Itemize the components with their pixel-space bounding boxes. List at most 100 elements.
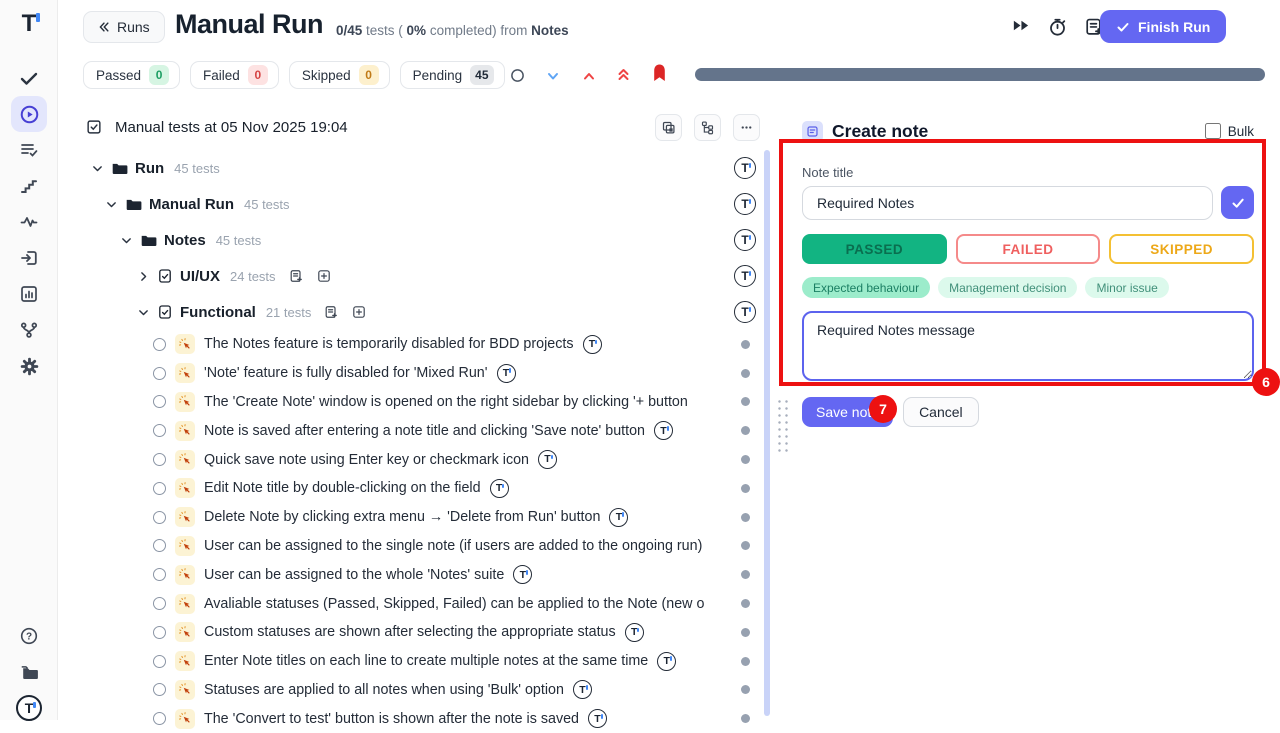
test-row[interactable]: Edit Note title by double-clicking on th… xyxy=(85,474,750,503)
status-circle-icon[interactable] xyxy=(153,367,166,380)
status-circle-icon[interactable] xyxy=(153,597,166,610)
pulse-icon[interactable] xyxy=(0,206,58,238)
timer-icon[interactable] xyxy=(1047,16,1068,37)
copy-icon[interactable] xyxy=(655,114,682,141)
quick-save-button[interactable] xyxy=(1221,186,1254,219)
test-row[interactable]: 'Note' feature is fully disabled for 'Mi… xyxy=(85,359,750,388)
status-circle-icon[interactable] xyxy=(153,683,166,696)
fast-forward-icon[interactable] xyxy=(1011,16,1030,35)
suite-name[interactable]: Notes xyxy=(164,232,206,249)
filter-skipped-button[interactable]: Skipped0 xyxy=(289,61,390,89)
chevron-down-icon[interactable] xyxy=(105,198,118,211)
testomat-badge-icon[interactable]: T xyxy=(734,229,756,251)
test-row[interactable]: Statuses are applied to all notes when u… xyxy=(85,676,750,705)
note-message-textarea[interactable]: Required Notes message xyxy=(802,311,1254,381)
help-icon[interactable]: ? xyxy=(0,620,58,652)
testomat-logo-icon[interactable]: T xyxy=(0,8,58,40)
suite-row[interactable]: Manual Run 45 tests T xyxy=(85,186,756,222)
runs-play-icon[interactable] xyxy=(0,98,58,130)
testomat-badge-icon[interactable]: T xyxy=(734,265,756,287)
circle-icon[interactable] xyxy=(510,68,525,83)
test-title[interactable]: Statuses are applied to all notes when u… xyxy=(204,682,564,698)
branches-icon[interactable] xyxy=(0,314,58,346)
suite-row[interactable]: Run 45 tests T xyxy=(85,150,756,186)
tag-chip[interactable]: Management decision xyxy=(938,277,1077,298)
test-row[interactable]: The Notes feature is temporarily disable… xyxy=(85,330,750,359)
status-circle-icon[interactable] xyxy=(153,539,166,552)
test-title[interactable]: The 'Convert to test' button is shown af… xyxy=(204,711,579,727)
double-chevron-up-icon[interactable] xyxy=(616,66,631,83)
test-row[interactable]: User can be assigned to the single note … xyxy=(85,532,750,561)
suite-name[interactable]: UI/UX xyxy=(180,268,220,285)
suite-row[interactable]: Functional 21 tests T xyxy=(85,294,756,330)
tree-view-icon[interactable] xyxy=(694,114,721,141)
note-title-input[interactable] xyxy=(802,186,1213,220)
test-row[interactable]: Custom statuses are shown after selectin… xyxy=(85,618,750,647)
suite-name[interactable]: Manual Run xyxy=(149,196,234,213)
chevron-down-icon[interactable] xyxy=(546,69,560,83)
ellipsis-icon[interactable] xyxy=(733,114,760,141)
analytics-icon[interactable] xyxy=(0,278,58,310)
testomat-logo-icon[interactable]: T xyxy=(0,692,58,724)
panel-resize-handle[interactable] xyxy=(774,396,788,452)
test-row[interactable]: Note is saved after entering a note titl… xyxy=(85,416,750,445)
test-title[interactable]: 'Note' feature is fully disabled for 'Mi… xyxy=(204,365,488,381)
chevron-right-icon[interactable] xyxy=(137,270,150,283)
test-title[interactable]: Avaliable statuses (Passed, Skipped, Fai… xyxy=(204,596,704,612)
tag-chip[interactable]: Expected behaviour xyxy=(802,277,930,298)
status-circle-icon[interactable] xyxy=(153,655,166,668)
test-row[interactable]: The 'Convert to test' button is shown af… xyxy=(85,704,750,733)
chevron-down-icon[interactable] xyxy=(137,306,150,319)
status-failed-button[interactable]: FAILED xyxy=(956,234,1101,264)
import-icon[interactable] xyxy=(0,242,58,274)
save-note-button[interactable]: Save note xyxy=(802,397,893,427)
status-circle-icon[interactable] xyxy=(153,338,166,351)
test-title[interactable]: Enter Note titles on each line to create… xyxy=(204,653,648,669)
steps-icon[interactable] xyxy=(0,170,58,202)
test-title[interactable]: Quick save note using Enter key or check… xyxy=(204,452,529,468)
add-test-icon[interactable] xyxy=(316,268,332,284)
filter-pending-button[interactable]: Pending45 xyxy=(400,61,505,89)
tests-check-icon[interactable] xyxy=(0,62,58,94)
test-row[interactable]: Avaliable statuses (Passed, Skipped, Fai… xyxy=(85,589,750,618)
status-circle-icon[interactable] xyxy=(153,482,166,495)
suite-row[interactable]: Notes 45 tests T xyxy=(85,222,756,258)
suite-name[interactable]: Run xyxy=(135,160,164,177)
chevron-up-icon[interactable] xyxy=(582,69,596,83)
bulk-checkbox[interactable] xyxy=(1205,123,1221,139)
test-row[interactable]: Delete Note by clicking extra menu → 'De… xyxy=(85,503,750,532)
filter-passed-button[interactable]: Passed0 xyxy=(83,61,180,89)
status-circle-icon[interactable] xyxy=(153,626,166,639)
status-circle-icon[interactable] xyxy=(153,568,166,581)
tag-chip[interactable]: Minor issue xyxy=(1085,277,1168,298)
test-row[interactable]: User can be assigned to the whole 'Notes… xyxy=(85,560,750,589)
status-circle-icon[interactable] xyxy=(153,424,166,437)
chevron-down-icon[interactable] xyxy=(120,234,133,247)
status-circle-icon[interactable] xyxy=(153,511,166,524)
test-row[interactable]: The 'Create Note' window is opened on th… xyxy=(85,388,750,417)
finish-run-button[interactable]: Finish Run xyxy=(1100,10,1226,43)
suite-row[interactable]: UI/UX 24 tests T xyxy=(85,258,756,294)
status-passed-button[interactable]: PASSED xyxy=(802,234,947,264)
bookmark-icon[interactable] xyxy=(652,63,667,83)
bulk-toggle[interactable]: Bulk xyxy=(1205,123,1254,139)
test-row[interactable]: Quick save note using Enter key or check… xyxy=(85,445,750,474)
status-circle-icon[interactable] xyxy=(153,453,166,466)
testomat-badge-icon[interactable]: T xyxy=(734,193,756,215)
suite-name[interactable]: Functional xyxy=(180,304,256,321)
cancel-button[interactable]: Cancel xyxy=(903,397,979,427)
status-skipped-button[interactable]: SKIPPED xyxy=(1109,234,1254,264)
test-title[interactable]: Delete Note by clicking extra menu → 'De… xyxy=(204,509,600,525)
test-title[interactable]: The Notes feature is temporarily disable… xyxy=(204,336,574,352)
testomat-badge-icon[interactable]: T xyxy=(734,157,756,179)
add-test-icon[interactable] xyxy=(351,304,367,320)
status-circle-icon[interactable] xyxy=(153,712,166,725)
chevron-down-icon[interactable] xyxy=(91,162,104,175)
test-title[interactable]: Note is saved after entering a note titl… xyxy=(204,423,645,439)
test-title[interactable]: Custom statuses are shown after selectin… xyxy=(204,624,616,640)
tree-scrollbar[interactable] xyxy=(764,150,770,716)
test-plans-icon[interactable] xyxy=(0,134,58,166)
add-note-icon[interactable] xyxy=(288,268,304,284)
testomat-badge-icon[interactable]: T xyxy=(734,301,756,323)
settings-gear-icon[interactable] xyxy=(0,350,58,382)
